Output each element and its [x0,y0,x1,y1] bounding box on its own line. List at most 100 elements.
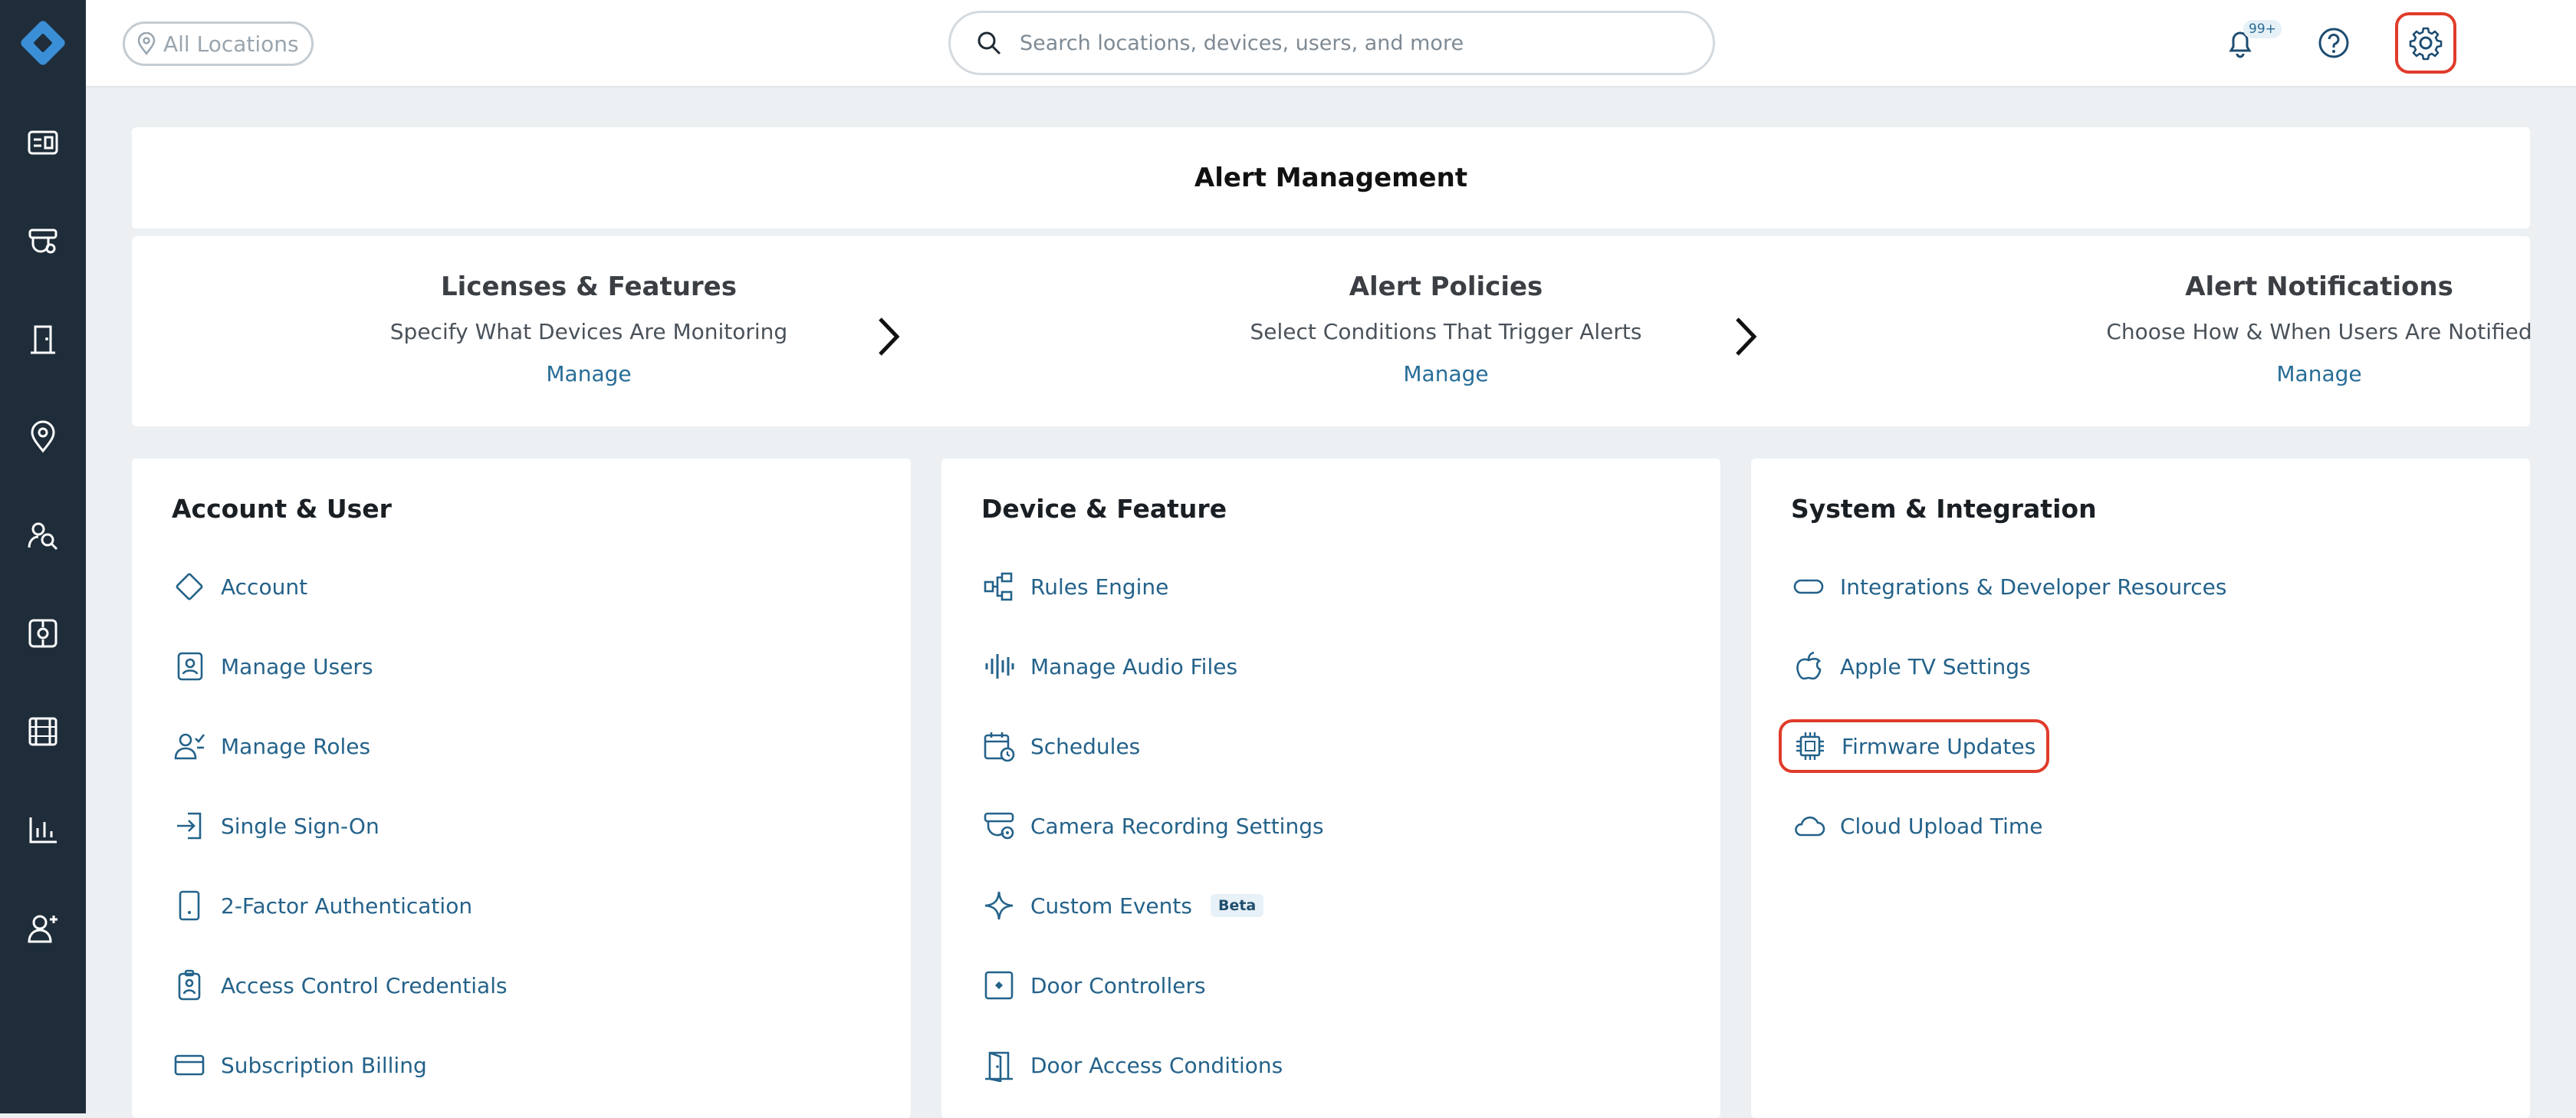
step-alert-notifications: Alert Notifications Choose How & When Us… [2051,271,2576,386]
sidebar-item-add-user[interactable] [0,879,86,977]
link-door-controllers[interactable]: Door Controllers [981,959,1206,1012]
card-title: Account & User [172,494,392,524]
sensor-icon [28,619,58,648]
top-bar: All Locations 99+ EV [86,0,2576,87]
app-logo[interactable] [15,15,71,71]
link-label: Camera Recording Settings [1030,813,1324,839]
link-apple-tv-settings[interactable]: Apple TV Settings [1791,640,2031,693]
link-label: Integrations & Developer Resources [1840,574,2227,600]
link-label: Manage Audio Files [1030,653,1238,679]
location-filter-label: All Locations [163,31,299,57]
link-cloud-upload-time[interactable]: Cloud Upload Time [1791,799,2042,853]
link-subscription-billing[interactable]: Subscription Billing [172,1038,427,1092]
door-controller-icon [981,968,1017,1003]
step-description: Select Conditions That Trigger Alerts [1250,319,1642,344]
help-icon [2318,28,2349,58]
dashboard-icon [28,130,58,155]
link-label: Account [221,574,308,600]
sidebar-item-access-control[interactable] [0,290,86,388]
add-user-icon [28,915,58,943]
link-label: Apple TV Settings [1840,653,2031,679]
link-rules-engine[interactable]: Rules Engine [981,560,1168,613]
link-label: Cloud Upload Time [1840,813,2043,839]
phone-icon [172,888,207,923]
link-label: 2-Factor Authentication [221,893,473,919]
location-filter-chip[interactable]: All Locations [123,21,314,66]
link-label: Custom Events [1030,893,1192,919]
sidebar-item-analytics[interactable] [0,781,86,879]
step-description: Specify What Devices Are Monitoring [389,319,788,344]
notification-count-badge: 99+ [2243,20,2282,38]
location-pin-icon [137,32,156,55]
step-title: Alert Policies [1349,271,1543,302]
chevron-right-icon [1736,317,1757,356]
card-title: Device & Feature [981,494,1227,524]
link-label: Single Sign-On [221,813,380,839]
link-schedules[interactable]: Schedules [981,719,1140,773]
credit-card-icon [172,1047,207,1083]
alert-management-steps: Licenses & Features Specify What Devices… [132,236,2532,426]
workflow-icon [981,569,1017,604]
link-label: Schedules [1030,733,1141,759]
gear-icon [2409,27,2443,61]
step-alert-policies: Alert Policies Select Conditions That Tr… [1178,271,1714,386]
manage-licenses-link[interactable]: Manage [546,361,631,386]
manage-policies-link[interactable]: Manage [1403,361,1488,386]
diamond-icon [172,569,207,604]
sidebar-item-cameras[interactable] [0,192,86,290]
sidebar-item-sensors[interactable] [0,584,86,682]
sparkle-icon [981,888,1017,923]
link-custom-events[interactable]: Custom Events Beta [981,879,1264,932]
link-2fa[interactable]: 2-Factor Authentication [172,879,472,932]
card-title: System & Integration [1791,494,2097,524]
link-label: Door Controllers [1030,972,1206,998]
user-badge-icon [172,649,207,684]
card-account-user: Account & User Account Manage Users Mana… [132,459,911,1118]
link-chain-icon [1791,569,1826,604]
sidebar-item-video-archive[interactable] [0,682,86,781]
link-manage-roles[interactable]: Manage Roles [172,719,370,773]
link-door-access-conditions[interactable]: Door Access Conditions [981,1038,1283,1092]
link-manage-audio-files[interactable]: Manage Audio Files [981,640,1237,693]
audio-wave-icon [981,649,1017,684]
search-icon [978,31,1001,55]
link-manage-users[interactable]: Manage Users [172,640,373,693]
sidebar-item-people-search[interactable] [0,486,86,584]
notifications-button[interactable]: 99+ [2210,12,2282,74]
link-label: Door Access Conditions [1030,1052,1283,1078]
link-label: Access Control Credentials [221,972,508,998]
link-single-sign-on[interactable]: Single Sign-On [172,799,380,853]
link-label: Rules Engine [1030,574,1169,600]
link-integrations[interactable]: Integrations & Developer Resources [1791,560,2226,613]
people-search-icon [28,522,58,551]
link-label: Manage Roles [221,733,371,759]
search-input[interactable] [1020,31,1679,55]
link-firmware-updates[interactable]: Firmware Updates [1779,719,2050,773]
step-title: Alert Notifications [2185,271,2453,302]
sidebar-item-dashboard[interactable] [0,94,86,192]
settings-button[interactable] [2395,12,2456,74]
link-camera-recording-settings[interactable]: Camera Recording Settings [981,799,1324,853]
video-archive-icon [28,717,58,746]
page-title: Alert Management [1194,163,1468,193]
link-access-credentials[interactable]: Access Control Credentials [172,959,508,1012]
step-licenses-features: Licenses & Features Specify What Devices… [320,271,857,386]
sign-in-icon [172,808,207,843]
user-check-icon [172,728,207,764]
user-avatar-button[interactable]: EV [2571,12,2576,74]
link-account[interactable]: Account [172,560,307,613]
id-badge-icon [172,968,207,1003]
step-description: Choose How & When Users Are Notified [2106,319,2532,344]
door-open-icon [981,1047,1017,1083]
card-system-integration: System & Integration Integrations & Deve… [1751,459,2530,1118]
card-device-feature: Device & Feature Rules Engine Manage Aud… [941,459,1720,1118]
link-label: Manage Users [221,653,373,679]
apple-icon [1791,649,1826,684]
sidebar [0,0,86,1113]
manage-notifications-link[interactable]: Manage [2276,361,2361,386]
chip-icon [1792,728,1828,764]
help-button[interactable] [2303,12,2364,74]
cloud-icon [1791,808,1826,843]
global-search[interactable] [948,11,1715,75]
sidebar-item-locations[interactable] [0,388,86,486]
